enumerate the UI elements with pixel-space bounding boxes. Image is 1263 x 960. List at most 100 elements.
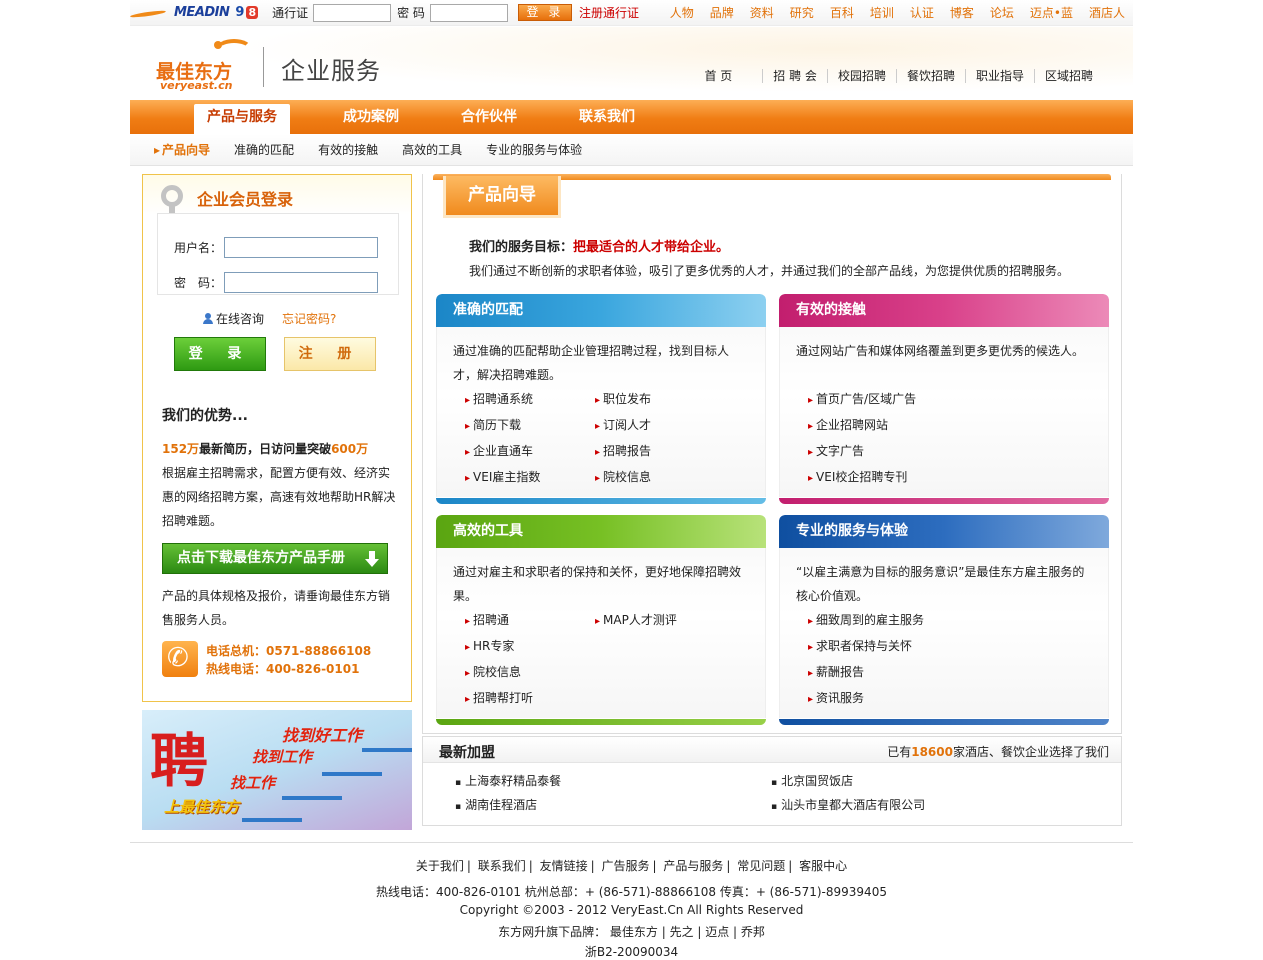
list-item[interactable]: 北京国贸饭店 bbox=[771, 770, 1087, 794]
list-item[interactable]: 简历下载 bbox=[465, 413, 595, 439]
topbar-link-hotelier[interactable]: 酒店人 bbox=[1081, 4, 1127, 21]
username-row: 用户名： bbox=[174, 237, 378, 258]
register-passport-link[interactable]: 注册通行证 bbox=[579, 4, 639, 21]
list-item[interactable]: 招聘通系统 bbox=[465, 387, 595, 413]
topbar-link-materials[interactable]: 资料 bbox=[742, 4, 782, 21]
recruit-banner[interactable]: 聘 找到好工作 找到工作 找工作 上最佳东方 bbox=[142, 710, 412, 830]
list-item[interactable]: 企业直通车 bbox=[465, 439, 595, 465]
service-intro: 我们通过不断创新的求职者体验，吸引了更多优秀的人才，并通过我们的全部产品线，为您… bbox=[469, 264, 1070, 278]
list-item[interactable]: HR专家 bbox=[465, 634, 595, 660]
passport-input[interactable] bbox=[313, 3, 392, 22]
list-item[interactable]: 院校信息 bbox=[595, 465, 725, 491]
person-icon bbox=[203, 313, 213, 324]
username-input[interactable] bbox=[224, 237, 378, 258]
topbar-link-people[interactable]: 人物 bbox=[662, 4, 702, 21]
subnav-accurate-match[interactable]: 准确的匹配 bbox=[234, 141, 294, 158]
main-nav: 产品与服务 成功案例 合作伙伴 联系我们 bbox=[130, 100, 1133, 134]
download-manual-button[interactable]: 点击下载最佳东方产品手册 bbox=[162, 543, 388, 574]
list-item[interactable]: 企业招聘网站 bbox=[808, 413, 1068, 439]
topbar-link-brand[interactable]: 品牌 bbox=[702, 4, 742, 21]
card-title[interactable]: 专业的服务与体验 bbox=[779, 515, 1109, 548]
header-nav: 首 页 招 聘 会 校园招聘 餐饮招聘 职业指导 区域招聘 bbox=[694, 69, 1103, 83]
footer-link-service[interactable]: 客服中心 bbox=[799, 859, 847, 873]
footer-link-contact[interactable]: 联系我们 bbox=[478, 859, 536, 873]
tab-contact-us[interactable]: 联系我们 bbox=[548, 100, 666, 134]
card-desc: 通过准确的匹配帮助企业管理招聘过程，找到目标人才，解决招聘难题。 bbox=[453, 344, 730, 382]
site-header: 最佳东方 veryeast.cn 企业服务 首 页 招 聘 会 校园招聘 餐饮招… bbox=[130, 27, 1133, 100]
topbar-link-forum[interactable]: 论坛 bbox=[982, 4, 1022, 21]
list-item[interactable]: 湖南佳程酒店 bbox=[455, 794, 771, 818]
topbar-link-training[interactable]: 培训 bbox=[862, 4, 902, 21]
card-title[interactable]: 高效的工具 bbox=[436, 515, 766, 548]
footer-link-friends[interactable]: 友情链接 bbox=[540, 859, 598, 873]
list-item[interactable]: 上海泰籽精品泰餐 bbox=[455, 770, 771, 794]
header-nav-catering[interactable]: 餐饮招聘 bbox=[895, 69, 965, 83]
card-body: 通过准确的匹配帮助企业管理招聘过程，找到目标人才，解决招聘难题。 招聘通系统 职… bbox=[436, 327, 766, 497]
veryeast-logo[interactable]: 最佳东方 veryeast.cn bbox=[156, 39, 256, 92]
card-title[interactable]: 准确的匹配 bbox=[436, 294, 766, 327]
list-item[interactable]: 首页广告/区域广告 bbox=[808, 387, 1068, 413]
card-accurate-match: 准确的匹配 通过准确的匹配帮助企业管理招聘过程，找到目标人才，解决招聘难题。 招… bbox=[436, 294, 766, 504]
veryeast-swoosh-icon[interactable] bbox=[130, 6, 170, 20]
list-item[interactable]: 院校信息 bbox=[465, 660, 595, 686]
header-nav-career-guide[interactable]: 职业指导 bbox=[964, 69, 1034, 83]
online-consult-link[interactable]: 在线咨询 bbox=[203, 310, 264, 327]
list-item[interactable]: 订阅人才 bbox=[595, 413, 725, 439]
list-item[interactable]: VEI雇主指数 bbox=[465, 465, 595, 491]
tab-partners[interactable]: 合作伙伴 bbox=[430, 100, 548, 134]
topbar-login-button[interactable]: 登 录 bbox=[517, 4, 572, 21]
list-item[interactable]: VEI校企招聘专刊 bbox=[808, 465, 1068, 491]
login-panel-title: 企业会员登录 bbox=[197, 190, 294, 209]
subnav-professional-service[interactable]: 专业的服务与体验 bbox=[486, 141, 582, 158]
header-nav-home[interactable]: 首 页 bbox=[694, 69, 762, 83]
list-item[interactable]: 文字广告 bbox=[808, 439, 1068, 465]
banner-line-4: 上最佳东方 bbox=[164, 798, 240, 816]
password-input[interactable] bbox=[224, 272, 378, 293]
card-footer-bar bbox=[436, 498, 766, 504]
meadin-logo[interactable]: MEADIN bbox=[174, 5, 230, 20]
list-item[interactable]: 资讯服务 bbox=[808, 686, 1068, 712]
spec-inquiry-text: 产品的具体规格及报价，请垂询最佳东方销售服务人员。 bbox=[162, 589, 391, 627]
subnav-product-guide[interactable]: 产品向导 bbox=[154, 141, 210, 158]
list-item[interactable]: MAP人才测评 bbox=[595, 608, 725, 634]
subnav-efficient-tools[interactable]: 高效的工具 bbox=[402, 141, 462, 158]
card-title[interactable]: 有效的接触 bbox=[779, 294, 1109, 327]
footer-link-products[interactable]: 产品与服务 bbox=[663, 859, 733, 873]
list-item[interactable]: 求职者保持与关怀 bbox=[808, 634, 1068, 660]
header-nav-job-fair[interactable]: 招 聘 会 bbox=[762, 69, 827, 83]
logo-98[interactable]: 9 8 bbox=[235, 5, 259, 20]
topbar-link-certification[interactable]: 认证 bbox=[902, 4, 942, 21]
list-item[interactable]: 招聘报告 bbox=[595, 439, 725, 465]
footer-links: 关于我们 联系我们 友情链接 广告服务 产品与服务 常见问题 客服中心 bbox=[0, 857, 1263, 874]
forgot-password-link[interactable]: 忘记密码? bbox=[282, 310, 336, 327]
header-nav-campus[interactable]: 校园招聘 bbox=[826, 69, 896, 83]
card-efficient-tools: 高效的工具 通过对雇主和求职者的保持和关怀，更好地保障招聘效果。 招聘通 MAP… bbox=[436, 515, 766, 725]
tab-success-cases[interactable]: 成功案例 bbox=[312, 100, 430, 134]
topbar-link-research[interactable]: 研究 bbox=[782, 4, 822, 21]
register-button[interactable]: 注 册 bbox=[284, 337, 376, 371]
topbar-link-wiki[interactable]: 百科 bbox=[822, 4, 862, 21]
login-button[interactable]: 登 录 bbox=[174, 337, 266, 371]
footer-link-ads[interactable]: 广告服务 bbox=[601, 859, 659, 873]
password-row: 密 码： bbox=[174, 272, 378, 293]
list-item[interactable]: 细致周到的雇主服务 bbox=[808, 608, 1068, 634]
list-item[interactable]: 招聘帮打听 bbox=[465, 686, 595, 712]
list-item[interactable]: 招聘通 bbox=[465, 608, 595, 634]
footer-link-about[interactable]: 关于我们 bbox=[416, 859, 474, 873]
topbar-link-blog[interactable]: 博客 bbox=[942, 4, 982, 21]
subnav-effective-contact[interactable]: 有效的接触 bbox=[318, 141, 378, 158]
list-item[interactable]: 汕头市皇都大酒店有限公司 bbox=[771, 794, 1087, 818]
brand-name-en: veryeast.cn bbox=[160, 79, 233, 92]
panel-tab-title: 产品向导 bbox=[443, 176, 561, 218]
footer-divider bbox=[130, 842, 1133, 843]
topbar-link-meadin-blue[interactable]: 迈点•蓝 bbox=[1022, 4, 1081, 21]
topbar-password-input[interactable] bbox=[429, 3, 508, 22]
top-bar: MEADIN 9 8 通行证 密 码 登 录 注册通行证 人物 品牌 资料 研究… bbox=[130, 0, 1133, 26]
footer-link-faq[interactable]: 常见问题 bbox=[737, 859, 795, 873]
header-nav-regional[interactable]: 区域招聘 bbox=[1033, 69, 1103, 83]
tab-products-services[interactable]: 产品与服务 bbox=[194, 104, 290, 134]
list-item[interactable]: 薪酬报告 bbox=[808, 660, 1068, 686]
advantages-lead: 152万最新简历，日访问量突破600万 bbox=[162, 442, 369, 456]
list-item[interactable]: 职位发布 bbox=[595, 387, 725, 413]
username-label: 用户名： bbox=[174, 241, 223, 255]
